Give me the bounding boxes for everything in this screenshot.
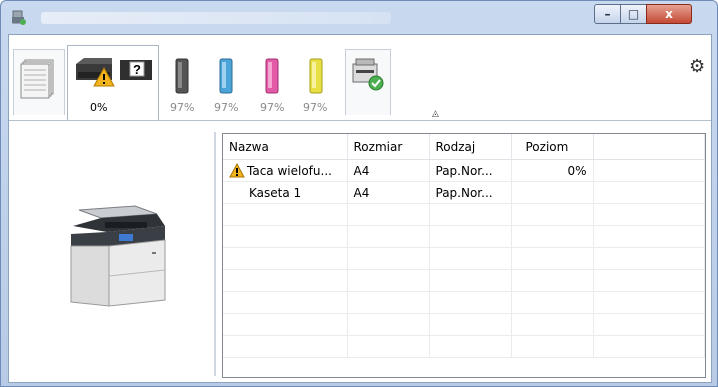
tray-table: Nazwa Rozmiar Rodzaj Poziom Taca wielofu… xyxy=(223,134,705,358)
paper-tab[interactable] xyxy=(13,49,65,115)
tray-level-cell xyxy=(511,181,594,204)
column-header-type[interactable]: Rodzaj xyxy=(429,134,512,160)
empty-row xyxy=(223,269,705,292)
column-header-filler xyxy=(593,134,705,160)
toner-yellow-label: 97% xyxy=(303,101,328,114)
printer-status-tab[interactable]: ? 0% xyxy=(67,45,159,121)
table-row[interactable]: Kaseta 1 A4 Pap.Nor... xyxy=(223,181,705,204)
device-tab[interactable] xyxy=(345,49,391,115)
minimize-button[interactable]: – xyxy=(594,4,621,24)
printer-illustration xyxy=(70,205,166,307)
column-header-name[interactable]: Nazwa xyxy=(223,134,348,160)
tray-size-cell: A4 xyxy=(347,159,430,182)
close-button[interactable]: x xyxy=(646,4,692,24)
settings-gear-icon[interactable]: ⚙ xyxy=(689,56,705,77)
toner-cyan-icon xyxy=(219,58,233,94)
empty-row xyxy=(223,313,705,336)
filler-cell xyxy=(593,159,705,182)
toner-magenta-icon xyxy=(265,58,279,94)
printer-image-panel xyxy=(9,122,214,380)
empty-row xyxy=(223,247,705,270)
toolbar-divider xyxy=(9,120,711,121)
empty-row xyxy=(223,291,705,314)
window-title-blurred xyxy=(41,12,391,24)
filler-cell xyxy=(593,181,705,204)
tray-size-cell: A4 xyxy=(347,181,430,204)
device-ok-icon xyxy=(352,58,384,91)
svg-text:?: ? xyxy=(133,62,141,77)
unknown-status-icon: ? xyxy=(120,60,152,80)
tray-type-cell: Pap.Nor... xyxy=(429,181,512,204)
client-area: ? 0% 97% 97% 97% 97% ◬ ⚙ Nazwa Rozmiar R… xyxy=(8,34,712,383)
title-bar[interactable]: – □ x xyxy=(1,1,717,35)
table-header-row: Nazwa Rozmiar Rodzaj Poziom xyxy=(223,134,705,160)
maximize-button[interactable]: □ xyxy=(620,4,647,24)
column-header-size[interactable]: Rozmiar xyxy=(347,134,430,160)
toner-yellow-icon xyxy=(309,58,323,94)
app-window: – □ x ? 0% 97% 97% 97% 97% ◬ ⚙ Nazwa Roz… xyxy=(0,0,718,387)
toner-magenta-label: 97% xyxy=(260,101,285,114)
tray-list: Nazwa Rozmiar Rodzaj Poziom Taca wielofu… xyxy=(222,133,706,378)
warning-icon xyxy=(229,163,245,178)
column-header-level[interactable]: Poziom xyxy=(511,134,594,160)
printer-app-icon xyxy=(12,10,26,25)
toner-black-icon xyxy=(175,58,189,94)
collapse-toolbar-icon[interactable]: ◬ xyxy=(432,109,439,119)
tray-name-cell: Kaseta 1 xyxy=(223,181,348,204)
tray-type-cell: Pap.Nor... xyxy=(429,159,512,182)
paper-stack-icon xyxy=(20,59,54,99)
empty-row xyxy=(223,203,705,226)
status-toolbar: ? 0% 97% 97% 97% 97% ◬ ⚙ xyxy=(9,35,711,121)
tray-name-cell: Taca wielofu... xyxy=(223,159,348,182)
toner-black-label: 97% xyxy=(170,101,195,114)
empty-row xyxy=(223,225,705,248)
printer-status-label: 0% xyxy=(90,101,108,114)
table-row[interactable]: Taca wielofu... A4 Pap.Nor... 0% xyxy=(223,159,705,182)
empty-row xyxy=(223,335,705,358)
panel-splitter[interactable] xyxy=(214,132,216,376)
paper-tray-warning-icon xyxy=(76,58,115,87)
toner-cyan-label: 97% xyxy=(214,101,239,114)
tray-level-cell: 0% xyxy=(511,159,594,182)
